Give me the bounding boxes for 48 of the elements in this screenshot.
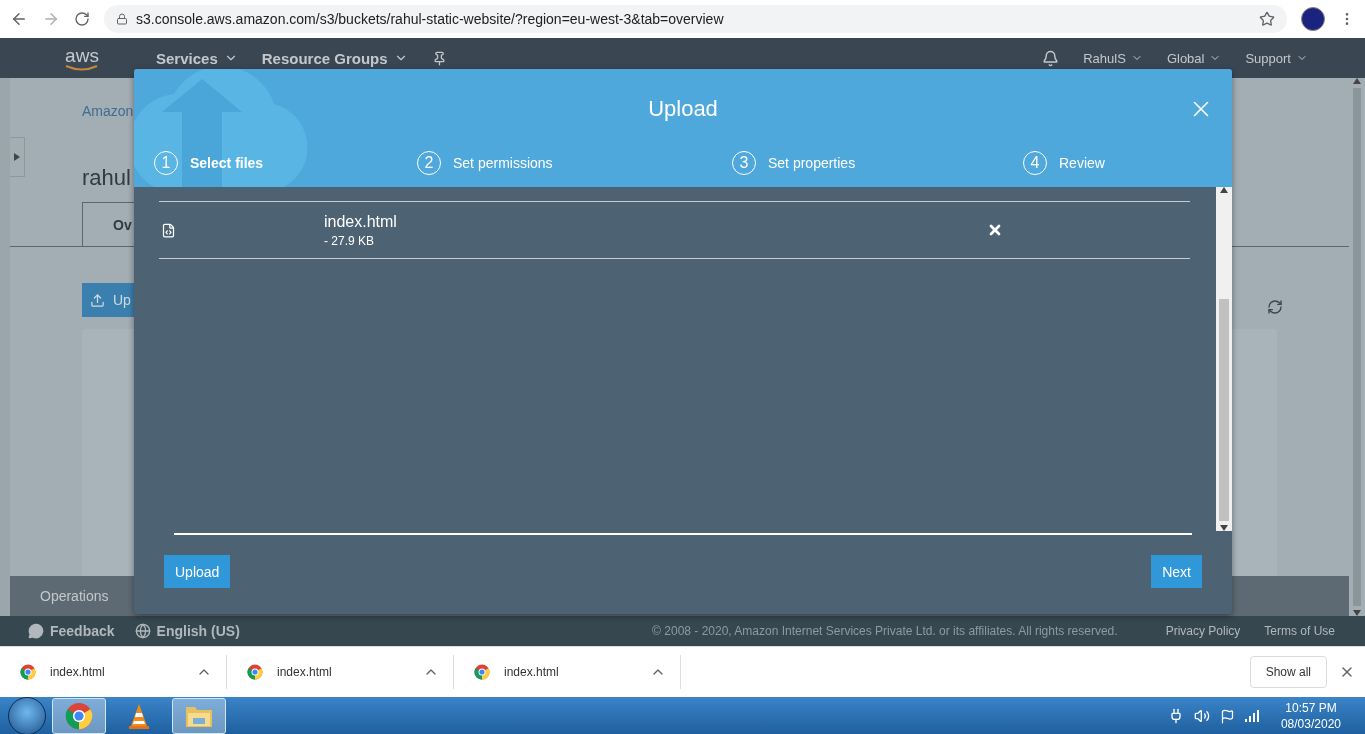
star-icon[interactable]: [1259, 11, 1275, 27]
browser-taskbar-icon[interactable]: [52, 698, 106, 734]
chrome-icon: [247, 664, 263, 680]
upload-button[interactable]: Upload: [164, 555, 231, 588]
triangle-right-icon[interactable]: [14, 153, 20, 161]
speaker-icon[interactable]: [1193, 708, 1210, 724]
file-size: - 27.9 KB: [324, 233, 375, 248]
download-item[interactable]: index.html: [0, 655, 227, 689]
footer-link[interactable]: Privacy Policy: [1165, 624, 1241, 638]
lock-icon: [116, 13, 128, 25]
scroll-down-icon[interactable]: [1220, 525, 1228, 531]
aws-logo[interactable]: aws: [60, 45, 104, 71]
reload-icon[interactable]: [74, 11, 90, 27]
bucket-title: rahul: [82, 165, 131, 191]
pin-icon[interactable]: [431, 50, 447, 66]
bell-icon[interactable]: [1042, 49, 1060, 67]
download-item[interactable]: index.html: [454, 655, 681, 689]
next-button[interactable]: Next: [1151, 555, 1202, 588]
dialog-scrollbar[interactable]: [1216, 187, 1232, 531]
chrome-icon: [474, 664, 490, 680]
show-all-button[interactable]: Show all: [1249, 656, 1327, 688]
dialog-title: Upload: [648, 96, 718, 122]
file-name: index.html: [324, 212, 397, 231]
refresh-icon[interactable]: [1267, 299, 1283, 315]
flag-icon[interactable]: [1219, 708, 1235, 724]
back-icon[interactable]: [10, 10, 28, 28]
copyright-text: © 2008 - 2020, Amazon Internet Services Private Ltd. or its affiliates. All rights reserved.: [652, 624, 1118, 638]
code-file-icon: [161, 222, 176, 238]
chrome-icon: [20, 664, 36, 680]
nav-menu[interactable]: Support: [1245, 50, 1308, 66]
upload-icon: [90, 292, 105, 308]
remove-button[interactable]: [987, 222, 1003, 238]
start-button[interactable]: [8, 697, 46, 734]
address-bar[interactable]: s3.console.aws.amazon.com/s3/buckets/rahul-static-website/?region=eu-west-3&tab=overview: [104, 5, 1287, 33]
nav-menu[interactable]: RahulS: [1083, 50, 1143, 66]
footer-link[interactable]: Terms of Use: [1264, 624, 1335, 638]
nav-menu[interactable]: Services: [156, 49, 238, 67]
nav-menu[interactable]: Global: [1166, 50, 1222, 66]
language-selector[interactable]: English (US): [134, 623, 240, 639]
speech-bubble-icon: [28, 623, 44, 639]
nav-menu[interactable]: Resource Groups: [261, 49, 408, 67]
expand-handle[interactable]: [10, 137, 25, 177]
signal-bars-icon[interactable]: [1244, 710, 1261, 722]
profile-avatar[interactable]: [1301, 7, 1325, 31]
download-item[interactable]: index.html: [227, 655, 454, 689]
clock[interactable]: 10:57 PM 08/03/2020: [1280, 700, 1341, 732]
feedback-link[interactable]: Feedback: [28, 623, 115, 639]
globe-icon: [134, 623, 151, 639]
